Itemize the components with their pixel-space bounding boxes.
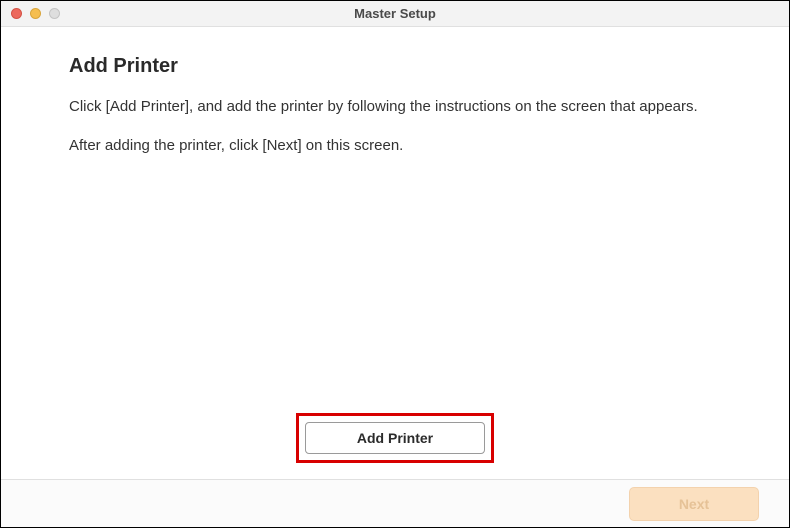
instruction-text-1: Click [Add Printer], and add the printer… [69,96,721,119]
content-area: Add Printer Click [Add Printer], and add… [1,27,789,479]
add-printer-highlight: Add Printer [296,413,494,463]
footer-bar: Next [1,479,789,527]
page-heading: Add Printer [69,55,721,78]
zoom-icon [49,8,60,19]
close-icon[interactable] [11,8,22,19]
instruction-text-2: After adding the printer, click [Next] o… [69,135,721,158]
traffic-lights [1,8,60,19]
window-frame: Master Setup Add Printer Click [Add Prin… [0,0,790,528]
titlebar: Master Setup [1,1,789,27]
window-title: Master Setup [1,6,789,21]
next-button[interactable]: Next [629,487,759,521]
minimize-icon[interactable] [30,8,41,19]
add-printer-button[interactable]: Add Printer [305,422,485,454]
